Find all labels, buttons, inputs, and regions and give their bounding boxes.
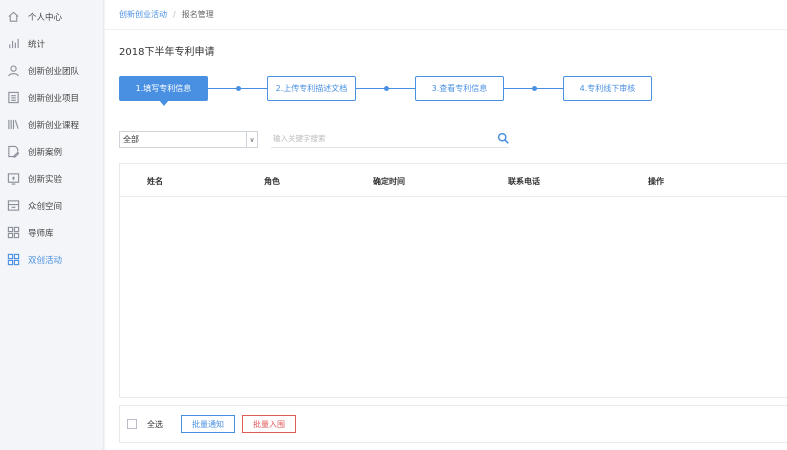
file-edit-icon [6, 145, 20, 159]
status-select[interactable]: 全部 ∨ [119, 131, 258, 148]
grid-icon [6, 226, 20, 240]
step-dot [236, 86, 241, 91]
step-dot [384, 86, 389, 91]
sidebar-item-course[interactable]: 创新创业课程 [0, 111, 103, 138]
step-3[interactable]: 3.查看专利信息 [415, 76, 504, 101]
grid-icon [6, 253, 20, 267]
sidebar-item-activity[interactable]: 双创活动 [0, 246, 103, 273]
sidebar-item-label: 统计 [28, 39, 46, 50]
sidebar: 个人中心 统计 创新创业团队 创新创业项目 创新创业课程 创新案例 创新实验 众… [0, 0, 104, 450]
step-1[interactable]: 1.填写专利信息 [119, 76, 208, 106]
breadcrumb: 创新创业活动 / 报名管理 [105, 0, 787, 30]
document-list-icon [6, 91, 20, 105]
column-header-role: 角色 [264, 177, 280, 186]
sidebar-item-label: 创新创业团队 [28, 66, 80, 77]
breadcrumb-current: 报名管理 [181, 10, 214, 19]
batch-admit-button[interactable]: 批量入围 [242, 415, 296, 433]
sidebar-item-label: 创新创业项目 [28, 93, 80, 104]
column-header-phone: 联系电话 [508, 177, 540, 186]
chevron-down-icon[interactable]: ∨ [246, 132, 257, 147]
column-header-name: 姓名 [147, 177, 163, 186]
table-header: 姓名 角色 确定时间 联系电话 操作 [120, 164, 787, 197]
sidebar-item-workspace[interactable]: 众创空间 [0, 192, 103, 219]
sidebar-item-label: 众创空间 [28, 201, 63, 212]
sidebar-item-mentor[interactable]: 导师库 [0, 219, 103, 246]
search-box [271, 130, 509, 148]
sidebar-item-experiment[interactable]: 创新实验 [0, 165, 103, 192]
batch-action-bar: 全选 批量通知 批量入围 [119, 405, 787, 443]
sidebar-item-label: 个人中心 [28, 12, 63, 23]
workspace-icon [6, 199, 20, 213]
search-input[interactable] [271, 134, 471, 143]
page-title: 2018下半年专利申请 [119, 47, 215, 58]
select-all-checkbox[interactable] [127, 419, 137, 429]
sidebar-item-label: 双创活动 [28, 255, 63, 266]
sidebar-item-project[interactable]: 创新创业项目 [0, 84, 103, 111]
breadcrumb-separator: / [173, 10, 176, 19]
status-select-value: 全部 [123, 135, 139, 144]
step-4[interactable]: 4.专利线下审核 [563, 76, 652, 101]
sidebar-item-label: 创新实验 [28, 174, 63, 185]
column-header-actions: 操作 [648, 177, 664, 186]
sidebar-item-team[interactable]: 创新创业团队 [0, 57, 103, 84]
lab-window-icon [6, 172, 20, 186]
user-icon [6, 64, 20, 78]
step-progress: 1.填写专利信息 2.上传专利描述文档 3.查看专利信息 4.专利线下审核 [119, 76, 659, 106]
sidebar-item-label: 导师库 [28, 228, 54, 239]
main-content: 创新创业活动 / 报名管理 2018下半年专利申请 1.填写专利信息 2.上传专… [105, 0, 787, 450]
bar-chart-icon [6, 37, 20, 51]
sidebar-item-case[interactable]: 创新案例 [0, 138, 103, 165]
sidebar-item-personal-center[interactable]: 个人中心 [0, 3, 103, 30]
step-dot [532, 86, 537, 91]
select-all-label: 全选 [147, 419, 163, 429]
house-icon [6, 10, 20, 24]
search-icon[interactable] [497, 132, 509, 144]
sidebar-item-label: 创新案例 [28, 147, 63, 158]
sidebar-item-label: 创新创业课程 [28, 120, 80, 131]
books-icon [6, 118, 20, 132]
breadcrumb-link[interactable]: 创新创业活动 [119, 9, 167, 20]
batch-notify-button[interactable]: 批量通知 [181, 415, 235, 433]
applicant-table: 姓名 角色 确定时间 联系电话 操作 [119, 163, 787, 398]
step-2[interactable]: 2.上传专利描述文档 [267, 76, 356, 101]
column-header-confirm-time: 确定时间 [373, 177, 405, 186]
sidebar-item-statistics[interactable]: 统计 [0, 30, 103, 57]
